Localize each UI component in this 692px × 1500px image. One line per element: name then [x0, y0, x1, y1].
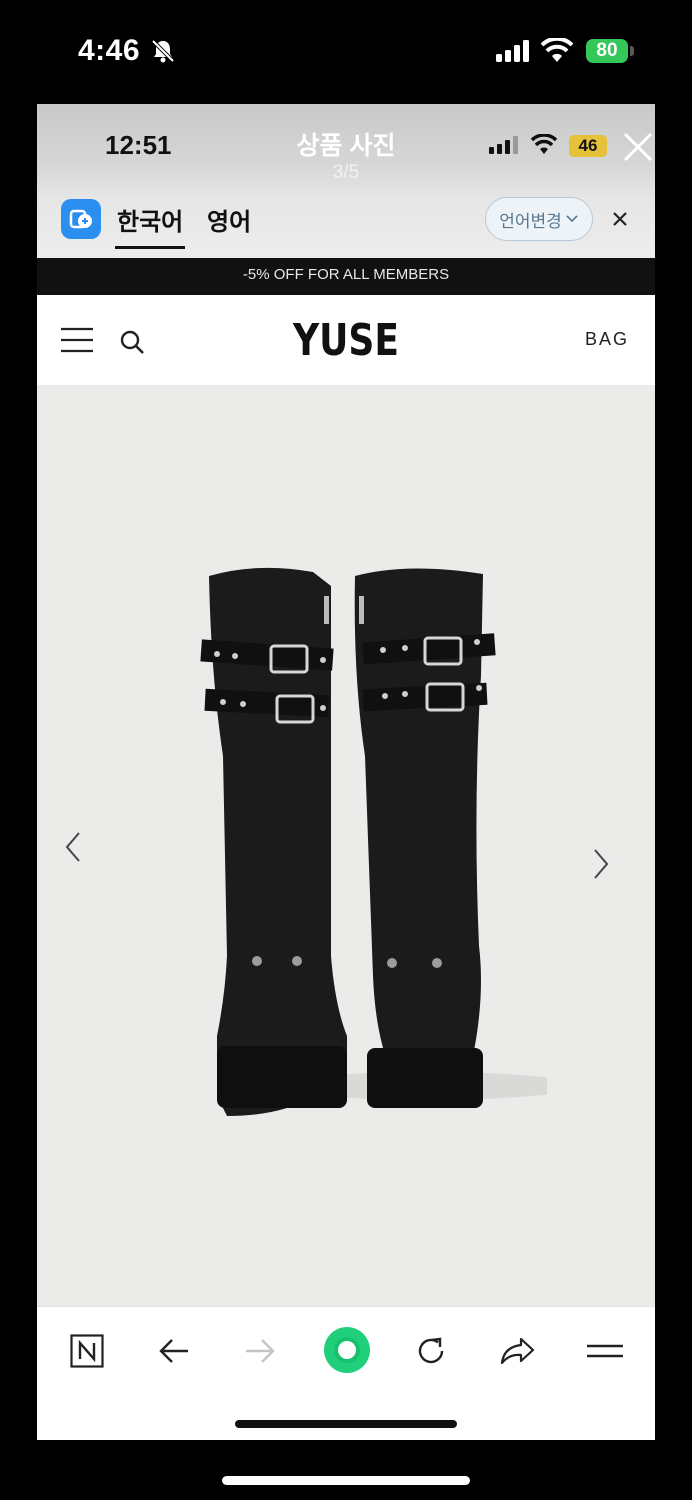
back-arrow-icon: [159, 1339, 188, 1363]
naver-home-button[interactable]: [65, 1329, 109, 1373]
forward-arrow-icon: [246, 1339, 275, 1363]
more-menu-button[interactable]: [583, 1329, 627, 1373]
reload-button[interactable]: [409, 1329, 453, 1373]
chevron-right-icon[interactable]: [591, 848, 611, 880]
close-icon[interactable]: [621, 130, 655, 164]
inner-home-indicator: [235, 1420, 457, 1428]
forward-button[interactable]: [238, 1329, 282, 1373]
green-dot-icon: [324, 1327, 370, 1373]
site-header: YUSE BAG: [37, 295, 655, 386]
chevron-down-icon: [566, 215, 578, 223]
battery-icon: 46: [569, 135, 607, 157]
language-change-button[interactable]: 언어변경: [485, 197, 593, 241]
battery-cap: [630, 46, 634, 56]
brand-logo[interactable]: YUSE: [93, 315, 600, 366]
reload-icon: [418, 1337, 444, 1364]
viewer-header: 12:51 상품 사진 3/5 46 한국어 영어 언어변경: [37, 104, 655, 258]
image-counter: 3/5: [332, 162, 360, 183]
share-icon: [500, 1337, 535, 1365]
home-indicator[interactable]: [222, 1476, 470, 1485]
viewer-title: 상품 사진: [296, 132, 396, 160]
translate-app-icon[interactable]: [61, 199, 101, 239]
browser-toolbar: [37, 1306, 655, 1440]
screenshot-viewer: 12:51 상품 사진 3/5 46 한국어 영어 언어변경 -5% OFF F…: [37, 104, 655, 1440]
back-button[interactable]: [152, 1329, 196, 1373]
menu-icon: [587, 1344, 623, 1358]
promo-banner[interactable]: -5% OFF FOR ALL MEMBERS: [37, 258, 655, 295]
chevron-left-icon[interactable]: [63, 831, 83, 863]
product-image[interactable]: [187, 556, 547, 1116]
bell-slash-icon: [151, 39, 175, 63]
menu-icon[interactable]: [61, 327, 93, 353]
signal-icon: [496, 40, 529, 62]
bag-link[interactable]: BAG: [585, 329, 629, 350]
tab-english[interactable]: 영어: [207, 202, 251, 237]
wifi-icon: [531, 134, 557, 154]
signal-icon: [489, 136, 518, 154]
language-change-label: 언어변경: [499, 211, 562, 231]
battery-icon: 80: [586, 39, 628, 63]
wifi-icon: [541, 38, 573, 62]
outer-status-bar: 4:46 80: [0, 0, 692, 104]
product-gallery: [37, 386, 655, 1306]
share-button[interactable]: [495, 1329, 539, 1373]
naver-n-icon: [70, 1334, 104, 1368]
green-dot-button[interactable]: [322, 1325, 372, 1375]
status-time: 4:46: [78, 34, 141, 67]
tab-korean[interactable]: 한국어: [114, 202, 186, 249]
close-icon[interactable]: [611, 210, 629, 228]
